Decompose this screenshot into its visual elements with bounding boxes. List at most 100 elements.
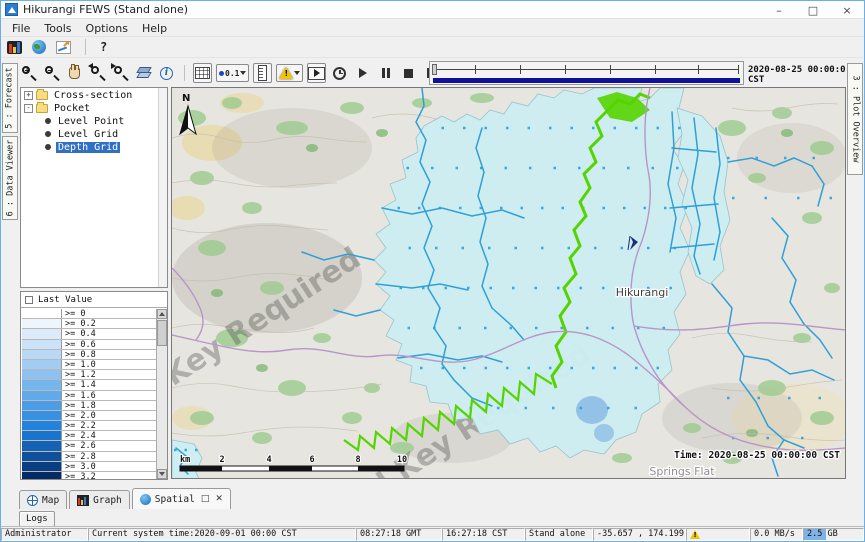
grid-display-button[interactable] — [193, 63, 212, 83]
legend-swatch — [22, 462, 62, 471]
logs-button[interactable]: Logs — [19, 511, 55, 527]
tab-plot-overview[interactable]: 3 : Plot Overview — [847, 63, 863, 175]
play-button[interactable] — [353, 63, 372, 83]
legend-row: >= 2.4 — [22, 431, 156, 441]
pause-icon — [382, 68, 390, 78]
time-slider-handle[interactable] — [432, 64, 437, 75]
close-panel-icon[interactable]: ✕ — [215, 494, 223, 504]
menu-options[interactable]: Options — [79, 21, 135, 36]
chevron-down-icon — [240, 71, 246, 75]
legend-scrollbar[interactable] — [156, 309, 167, 479]
status-warning-cell[interactable] — [686, 528, 750, 541]
tree-scrollbar[interactable] — [158, 88, 167, 287]
bar-chart-icon — [77, 495, 89, 506]
time-slider-track — [434, 69, 739, 70]
legend-swatch — [22, 319, 62, 328]
legend-row: >= 2.6 — [22, 441, 156, 451]
map-time-label: Time: 2020-08-25 00:00:00 CST — [674, 450, 840, 461]
map-canvas: API Key Required API Key Required — [172, 88, 846, 479]
stop-button[interactable] — [399, 63, 418, 83]
decimal-precision-dropdown[interactable]: 0.1 — [216, 64, 249, 82]
tab-data-viewer[interactable]: 6 : Data Viewer — [2, 136, 18, 220]
legend-row: >= 0.6 — [22, 340, 156, 350]
collapse-toggle-icon[interactable]: - — [24, 104, 33, 113]
legend-swatch — [22, 391, 62, 400]
performance-monitor-icon[interactable] — [7, 41, 22, 54]
info-icon: i — [160, 67, 173, 80]
restore-panel-icon[interactable]: □ — [201, 494, 210, 504]
legend-swatch — [22, 329, 62, 338]
spatial-display-icon[interactable] — [32, 40, 46, 54]
legend-row: >= 1.8 — [22, 401, 156, 411]
legend-list: >= 0 >= 0.2 >= 0.4 >= 0.6 >= 0.8 >= 1.0 … — [22, 309, 156, 479]
legend-swatch — [22, 431, 62, 440]
legend-swatch — [22, 370, 62, 379]
info-button[interactable]: i — [157, 63, 176, 83]
zoom-previous-button[interactable] — [88, 63, 107, 83]
play-icon — [359, 68, 367, 78]
legend-swatch — [22, 411, 62, 420]
zoom-in-button[interactable]: + — [19, 63, 38, 83]
status-coordinates: -35.657 , 174.199 — [593, 528, 686, 541]
left-tab-strip: 5 : Forecast 6 : Data Viewer — [1, 59, 19, 485]
legend-row: >= 3.0 — [22, 462, 156, 472]
close-button[interactable]: × — [830, 1, 864, 19]
legend-row: >= 1.0 — [22, 360, 156, 370]
animation-button[interactable] — [307, 63, 326, 83]
app-icon — [5, 3, 18, 16]
menu-tools[interactable]: Tools — [37, 21, 78, 36]
tree-item-depth-grid[interactable]: Depth Grid — [21, 141, 167, 153]
bottom-tab-bar: Map Graph Spatial □ ✕ — [19, 487, 231, 509]
map-toolbar: + − i 0.1 — [19, 59, 487, 87]
menu-bar: File Tools Options Help — [1, 20, 864, 37]
svg-text:N: N — [182, 93, 190, 104]
scroll-thumb[interactable] — [157, 320, 167, 346]
status-bar: Administrator Current system time:2020-0… — [1, 526, 864, 541]
tree-item-level-grid[interactable]: Level Grid — [21, 128, 167, 140]
zoom-out-button[interactable]: − — [42, 63, 61, 83]
zoom-next-button[interactable] — [111, 63, 130, 83]
minimize-button[interactable]: – — [762, 1, 796, 19]
scroll-up-icon[interactable] — [157, 309, 167, 319]
bullet-icon — [45, 131, 51, 137]
tree-item-level-point[interactable]: Level Point — [21, 115, 167, 127]
time-range-bar — [433, 78, 740, 83]
expand-toggle-icon[interactable]: + — [24, 91, 33, 100]
bullet-icon — [45, 118, 51, 124]
thresholds-dropdown[interactable] — [276, 64, 303, 82]
tab-spatial[interactable]: Spatial □ ✕ — [132, 488, 231, 509]
legend-swatch — [22, 421, 62, 430]
scroll-down-icon[interactable] — [157, 469, 167, 479]
map-view[interactable]: API Key Required API Key Required — [171, 87, 846, 479]
help-button[interactable]: ? — [100, 40, 107, 54]
globe-icon — [27, 495, 38, 506]
svg-text:6: 6 — [309, 455, 314, 465]
time-slider[interactable] — [429, 61, 744, 85]
menu-file[interactable]: File — [5, 21, 37, 36]
tree-item-cross-section[interactable]: + Cross-section — [21, 89, 167, 101]
status-mode: Stand alone — [525, 528, 593, 541]
last-value-checkbox[interactable] — [25, 296, 33, 304]
pan-button[interactable] — [65, 63, 84, 83]
legend-row: >= 2.2 — [22, 421, 156, 431]
movie-icon — [308, 67, 325, 80]
tab-map[interactable]: Map — [19, 490, 67, 509]
scale-ruler-button[interactable] — [253, 63, 272, 83]
layers-button[interactable] — [134, 63, 153, 83]
stop-icon — [404, 69, 413, 78]
legend-row: >= 0.4 — [22, 329, 156, 339]
tab-graph[interactable]: Graph — [69, 490, 130, 509]
tab-forecast[interactable]: 5 : Forecast — [2, 63, 18, 133]
menu-help[interactable]: Help — [135, 21, 174, 36]
legend-row: >= 1.4 — [22, 380, 156, 390]
legend-swatch — [22, 380, 62, 389]
pause-button[interactable] — [376, 63, 395, 83]
tree-item-pocket[interactable]: - Pocket — [21, 102, 167, 114]
maximize-button[interactable]: □ — [796, 1, 830, 19]
legend-swatch — [22, 360, 62, 369]
legend-swatch — [22, 472, 62, 480]
main-toolbar: ? — [1, 37, 864, 58]
timer-button[interactable] — [330, 63, 349, 83]
timeseries-chart-icon[interactable] — [56, 41, 71, 54]
legend-swatch — [22, 452, 62, 461]
